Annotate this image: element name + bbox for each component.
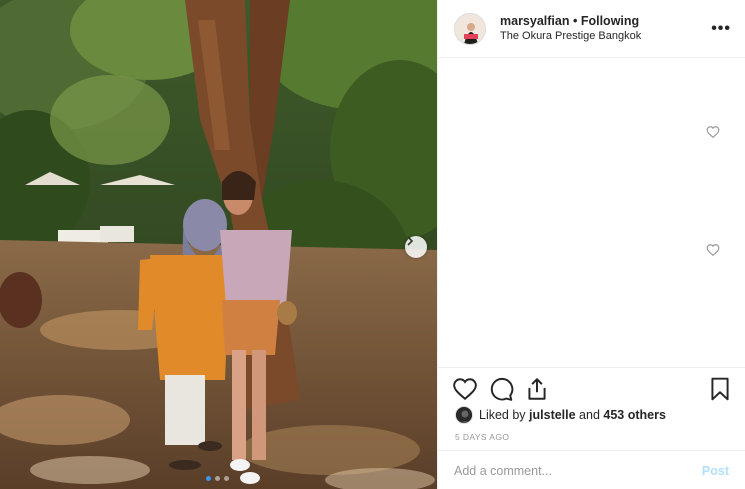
share-icon[interactable] bbox=[524, 376, 550, 402]
liker-username-link[interactable]: julstelle bbox=[529, 408, 576, 422]
more-options-button[interactable]: ••• bbox=[711, 20, 731, 38]
heart-icon[interactable] bbox=[706, 125, 720, 139]
post-actions: Liked by julstelle and 453 others 5 DAYS… bbox=[438, 367, 745, 489]
post-comment-button[interactable]: Post bbox=[702, 464, 729, 478]
following-button[interactable]: Following bbox=[581, 14, 639, 28]
heart-icon[interactable] bbox=[706, 243, 720, 257]
avatar-image bbox=[455, 13, 485, 44]
post-timestamp[interactable]: 5 DAYS AGO bbox=[455, 432, 509, 442]
username-link[interactable]: marsyalfian bbox=[500, 14, 569, 28]
post-side-panel: marsyalfian • Following The Okura Presti… bbox=[437, 0, 745, 489]
carousel-dot bbox=[215, 476, 220, 481]
comment-icon[interactable] bbox=[488, 376, 514, 402]
chevron-right-icon bbox=[407, 236, 414, 246]
likes-others-link[interactable]: 453 others bbox=[603, 408, 666, 422]
carousel-dot bbox=[206, 476, 211, 481]
post-header: marsyalfian • Following The Okura Presti… bbox=[438, 0, 745, 58]
bookmark-icon[interactable] bbox=[707, 376, 733, 402]
liker-avatar[interactable] bbox=[455, 406, 473, 424]
avatar[interactable] bbox=[454, 12, 486, 45]
carousel-dot bbox=[224, 476, 229, 481]
liker-avatar-image bbox=[456, 407, 472, 423]
post-photo[interactable] bbox=[0, 0, 437, 489]
likes-middle: and bbox=[575, 408, 604, 422]
location-link[interactable]: The Okura Prestige Bangkok bbox=[500, 29, 641, 44]
comments-area bbox=[438, 59, 745, 367]
likes-prefix: Liked by bbox=[479, 408, 530, 422]
carousel-indicator bbox=[206, 476, 229, 481]
heart-icon[interactable] bbox=[452, 376, 478, 402]
separator-dot: • bbox=[572, 13, 578, 28]
likes-summary: Liked by julstelle and 453 others bbox=[455, 406, 666, 424]
next-slide-button[interactable] bbox=[405, 236, 427, 258]
comment-bar: Post bbox=[438, 450, 745, 489]
more-icon: ••• bbox=[711, 20, 731, 37]
comment-input[interactable] bbox=[454, 463, 702, 478]
photo-image bbox=[0, 0, 437, 489]
